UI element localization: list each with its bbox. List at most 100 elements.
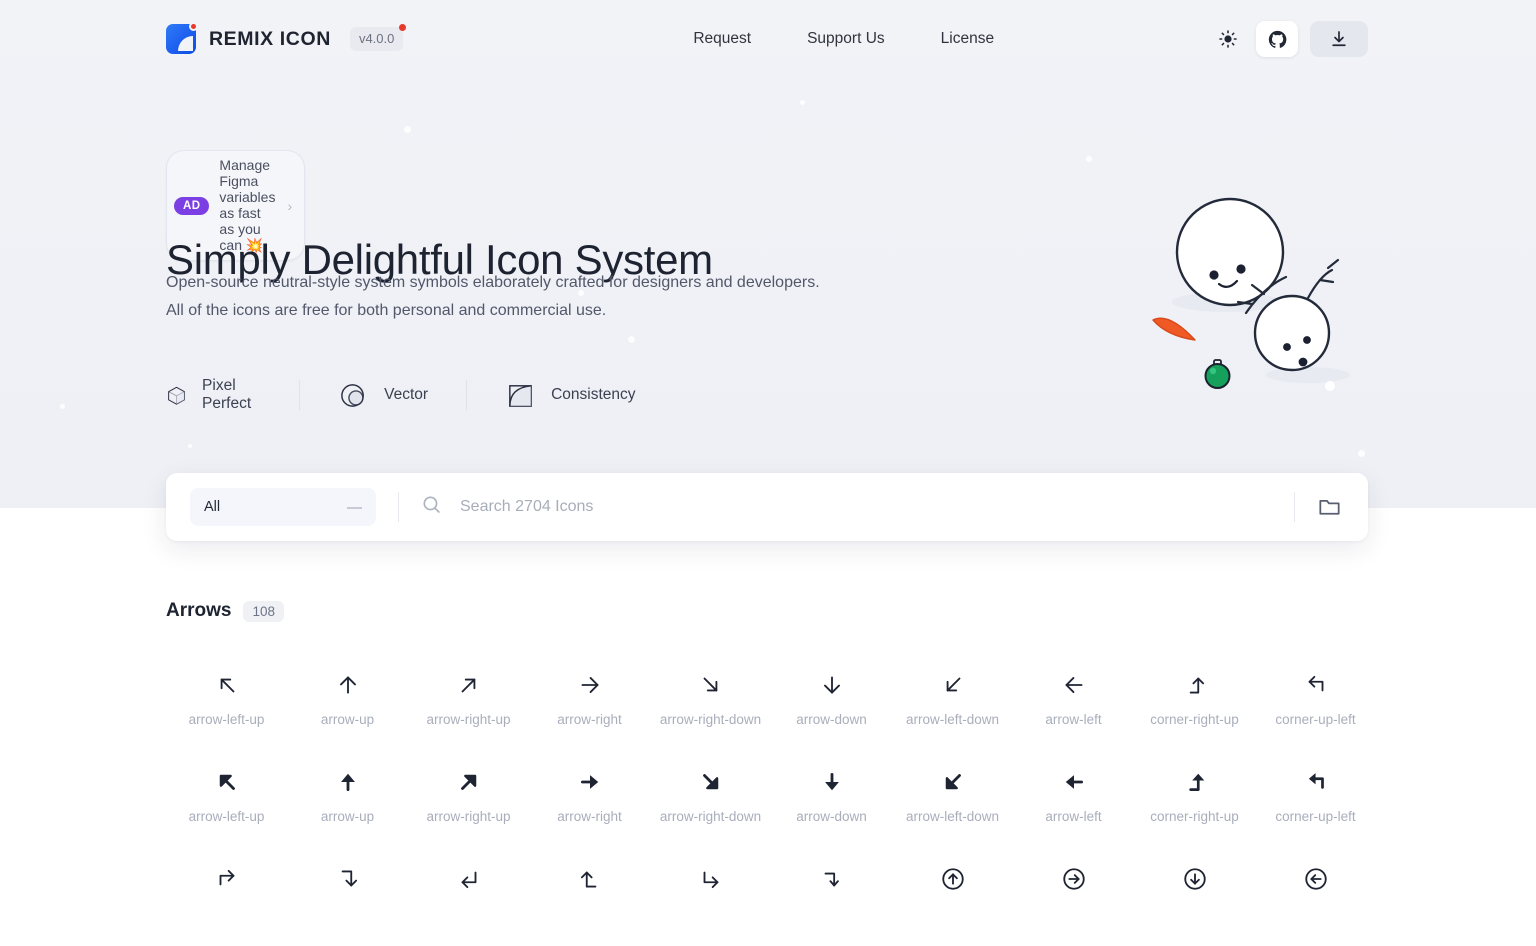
folder-icon — [1319, 499, 1340, 515]
arrow-right-up-icon — [456, 670, 482, 700]
icon-grid-row-1: arrow-left-up arrow-up arrow-right-up ar… — [166, 670, 1376, 767]
feature-consistency: Consistency — [466, 379, 673, 411]
cube-icon — [168, 386, 185, 405]
main-nav: Request Support Us License — [665, 22, 1022, 56]
arrow-right-down-icon — [698, 670, 724, 700]
snow-speck — [1358, 450, 1365, 457]
icon-label: arrow-right — [557, 712, 622, 727]
snowman-illustration — [1140, 170, 1440, 435]
arrow-up-icon — [335, 670, 361, 700]
icon-label: arrow-right-up — [426, 712, 511, 727]
corner-right-down-icon — [335, 864, 361, 894]
corner-right-up-fill-icon — [1182, 767, 1208, 797]
snow-speck — [1086, 156, 1092, 162]
arrow-right-down-fill-icon — [698, 767, 724, 797]
corner-right-up-icon — [1182, 670, 1208, 700]
brand-name: REMIX ICON — [209, 27, 331, 50]
corner-left-down-icon — [819, 864, 845, 894]
icon-cell[interactable]: corner-right-up — [1134, 670, 1255, 767]
icon-cell[interactable]: arrow-up — [287, 767, 408, 864]
icon-cell[interactable]: arrow-right — [529, 670, 650, 767]
icon-cell[interactable] — [166, 864, 287, 946]
circles-icon — [341, 383, 365, 407]
icon-cell[interactable]: arrow-right-up — [408, 767, 529, 864]
icon-cell[interactable]: arrow-right — [529, 767, 650, 864]
icon-label: arrow-down — [796, 712, 867, 727]
icon-cell[interactable]: arrow-down — [771, 767, 892, 864]
icon-cell[interactable] — [771, 864, 892, 946]
icon-cell[interactable] — [1134, 864, 1255, 946]
nav-link-license[interactable]: License — [913, 22, 1022, 56]
snow-speck — [800, 100, 805, 105]
icon-cell[interactable] — [1255, 864, 1376, 946]
icon-label: arrow-right-down — [659, 809, 762, 824]
icon-label: arrow-left-down — [905, 809, 1000, 824]
nav-link-request[interactable]: Request — [665, 22, 779, 56]
corner-left-up-icon — [577, 864, 603, 894]
icon-label: arrow-left-down — [905, 712, 1000, 727]
icon-cell[interactable]: arrow-right-down — [650, 767, 771, 864]
version-badge[interactable]: v4.0.0 — [349, 24, 407, 51]
category-title: Arrows — [166, 600, 232, 621]
icon-cell[interactable] — [287, 864, 408, 946]
square-curve-icon — [509, 384, 532, 407]
icon-cell[interactable]: arrow-left — [1013, 767, 1134, 864]
icon-cell[interactable]: corner-right-up — [1134, 767, 1255, 864]
icon-label: arrow-down — [796, 809, 867, 824]
icon-label: arrow-left — [1045, 809, 1102, 824]
theme-toggle-button[interactable] — [1212, 23, 1244, 55]
icon-cell[interactable] — [408, 864, 529, 946]
arrow-left-down-fill-icon — [940, 767, 966, 797]
icon-cell[interactable]: arrow-up — [287, 670, 408, 767]
icon-cell[interactable]: arrow-right-up — [408, 670, 529, 767]
arrow-down-circle-icon — [1182, 864, 1208, 894]
snow-speck — [628, 336, 635, 343]
hero-description-line-1: Open-source neutral-style system symbols… — [166, 274, 820, 291]
icon-grid-row-2: arrow-left-up arrow-up arrow-right-up ar… — [166, 767, 1376, 864]
brand-logo[interactable]: REMIX ICON v4.0.0 — [166, 22, 407, 54]
search-input[interactable] — [458, 497, 1272, 517]
icon-cell[interactable]: arrow-left — [1013, 670, 1134, 767]
icon-cell[interactable]: arrow-left-down — [892, 670, 1013, 767]
logo-notch — [178, 36, 193, 51]
icon-cell[interactable] — [529, 864, 650, 946]
icon-cell[interactable]: arrow-down — [771, 670, 892, 767]
folder-button[interactable] — [1317, 495, 1342, 520]
icon-grid-row-3 — [166, 864, 1376, 946]
corner-up-left-icon — [1303, 670, 1329, 700]
icon-label: arrow-left-up — [188, 712, 265, 727]
corner-down-right-icon — [698, 864, 724, 894]
icon-label: corner-up-left — [1275, 809, 1356, 824]
category-count-badge: 108 — [243, 600, 284, 622]
icon-cell[interactable]: arrow-left-up — [166, 670, 287, 767]
nav-link-support-us[interactable]: Support Us — [779, 22, 913, 56]
category-select-value: All — [204, 499, 221, 515]
icon-cell[interactable]: corner-up-left — [1255, 767, 1376, 864]
icon-cell[interactable] — [892, 864, 1013, 946]
icon-cell[interactable] — [1013, 864, 1134, 946]
feature-list: Pixel Perfect Vector Consistency — [166, 377, 674, 413]
arrow-down-fill-icon — [819, 767, 845, 797]
icon-cell[interactable]: arrow-left-down — [892, 767, 1013, 864]
corner-up-right-icon — [214, 864, 240, 894]
chevron-right-icon: › — [287, 197, 293, 214]
hero-description-line-2: All of the icons are free for both perso… — [166, 302, 607, 319]
icon-cell[interactable]: corner-up-left — [1255, 670, 1376, 767]
category-select[interactable]: All — — [190, 488, 376, 526]
arrow-right-circle-icon — [1061, 864, 1087, 894]
icon-cell[interactable] — [650, 864, 771, 946]
icon-label: arrow-up — [320, 712, 375, 727]
icon-cell[interactable]: arrow-left-up — [166, 767, 287, 864]
icon-label: arrow-left — [1045, 712, 1102, 727]
version-update-dot — [399, 24, 407, 31]
icon-label: corner-up-left — [1275, 712, 1356, 727]
feature-pixel-perfect: Pixel Perfect — [166, 377, 299, 413]
github-link[interactable] — [1256, 21, 1298, 57]
icon-cell[interactable]: arrow-right-down — [650, 670, 771, 767]
divider — [398, 492, 399, 522]
header-actions — [1212, 21, 1368, 57]
icon-catalog: Arrows 108 arrow-left-up arrow-up arrow-… — [166, 600, 1376, 946]
download-button[interactable] — [1310, 21, 1368, 57]
collapse-icon: — — [347, 498, 362, 516]
arrow-right-icon — [577, 670, 603, 700]
